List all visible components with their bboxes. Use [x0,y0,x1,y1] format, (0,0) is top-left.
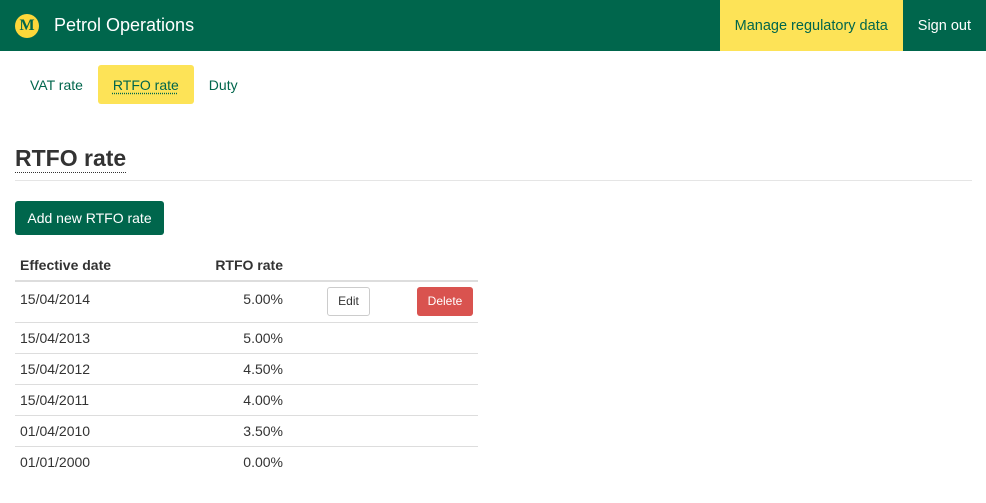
edit-cell: Edit [288,281,383,323]
tab-label: RTFO rate [112,76,179,93]
tab-rtfo-rate[interactable]: RTFO rate [97,65,194,104]
empty-cell [383,384,478,416]
brand[interactable]: M Petrol Operations [15,0,194,51]
table-row: 15/04/2011 4.00% [15,384,478,416]
table-header-row: Effective date RTFO rate [15,250,478,282]
rtfo-rate-cell: 4.50% [165,353,288,385]
tab-label: Duty [208,76,238,93]
empty-cell [383,446,478,477]
rtfo-rate-cell: 5.00% [165,322,288,354]
effective-date-cell: 01/04/2010 [15,415,165,447]
effective-date-cell: 15/04/2014 [15,281,165,323]
empty-cell [288,353,383,385]
empty-cell [383,353,478,385]
nav-manage-regulatory-data[interactable]: Manage regulatory data [719,0,903,51]
tab-label: VAT rate [30,76,83,93]
app-name: Petrol Operations [54,15,195,35]
empty-cell [288,322,383,354]
nav-sign-out[interactable]: Sign out [903,0,986,51]
effective-date-cell: 15/04/2012 [15,353,165,385]
effective-date-cell: 15/04/2013 [15,322,165,354]
tab-duty[interactable]: Duty [194,65,253,104]
empty-cell [288,446,383,477]
title-divider [15,180,972,181]
tab-vat-rate[interactable]: VAT rate [15,65,98,104]
delete-button[interactable]: Delete [417,287,473,317]
rate-tabs: VAT rate RTFO rate Duty [15,65,253,104]
effective-date-cell: 15/04/2011 [15,384,165,416]
rtfo-rate-cell: 4.00% [165,384,288,416]
rtfo-rate-cell: 5.00% [165,281,288,323]
empty-cell [383,322,478,354]
empty-cell [288,415,383,447]
table-row: 15/04/2013 5.00% [15,322,478,354]
rtfo-rate-cell: 3.50% [165,415,288,447]
page-title: RTFO rate [15,145,127,173]
header-edit-col [288,250,383,282]
add-rtfo-rate-button[interactable]: Add new RTFO rate [15,201,164,235]
header-rtfo-rate: RTFO rate [165,250,288,282]
table-row: 01/01/2000 0.00% [15,446,478,477]
empty-cell [383,415,478,447]
top-navbar: M Petrol Operations Manage regulatory da… [0,0,986,51]
effective-date-cell: 01/01/2000 [20,453,91,470]
header-delete-col [383,250,478,282]
table-row: 15/04/2014 5.00% Edit Delete [15,281,478,323]
rtfo-rate-cell: 0.00% [243,453,283,470]
edit-button[interactable]: Edit [327,287,370,317]
header-effective-date: Effective date [15,250,165,282]
empty-cell [288,384,383,416]
rtfo-rate-table: Effective date RTFO rate 15/04/2014 5.00… [15,250,478,477]
morrisons-logo-icon: M [15,13,39,38]
delete-cell: Delete [383,281,478,323]
table-row: 01/04/2010 3.50% [15,415,478,447]
nav-right: Manage regulatory data Sign out [719,0,986,51]
table-row: 15/04/2012 4.50% [15,353,478,385]
